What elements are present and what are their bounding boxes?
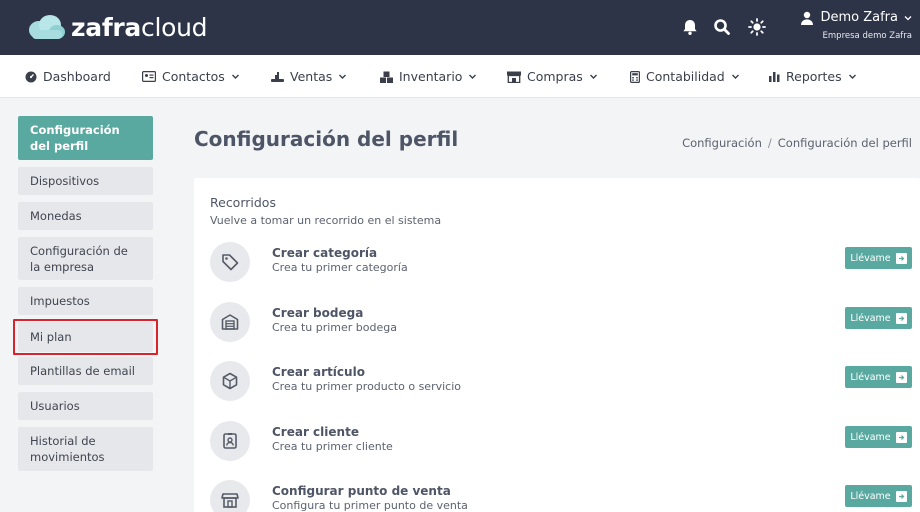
sidebar-item-historial-movimientos[interactable]: Historial de movimientos xyxy=(18,427,153,471)
tours-title: Recorridos xyxy=(210,195,276,210)
tours-subtitle: Vuelve a tomar un recorrido en el sistem… xyxy=(210,214,442,227)
sidebar-item-usuarios[interactable]: Usuarios xyxy=(18,392,153,420)
chevron-down-icon xyxy=(469,74,477,79)
inventory-icon xyxy=(380,71,393,83)
tours-card: Recorridos Vuelve a tomar un recorrido e… xyxy=(194,178,920,512)
sidebar-item-impuestos[interactable]: Impuestos xyxy=(18,287,153,315)
bell-icon[interactable] xyxy=(680,17,700,37)
tour-title: Crear bodega xyxy=(272,306,364,320)
contacts-icon xyxy=(142,71,156,82)
warehouse-icon xyxy=(210,302,250,342)
arrow-square-icon xyxy=(895,431,907,443)
tour-description: Crea tu primer categoría xyxy=(272,261,408,274)
contact-card-icon xyxy=(210,421,250,461)
store-icon xyxy=(210,480,250,512)
tour-description: Crea tu primer cliente xyxy=(272,440,393,453)
tour-description: Crea tu primer bodega xyxy=(272,321,397,334)
box-icon xyxy=(210,361,250,401)
dashboard-icon xyxy=(25,71,37,82)
breadcrumb-item-configuracion[interactable]: Configuración xyxy=(682,136,762,150)
user-menu[interactable]: Demo Zafra Empresa demo Zafra xyxy=(800,10,912,41)
tag-icon xyxy=(210,242,250,282)
tour-description: Crea tu primer producto o servicio xyxy=(272,380,461,393)
breadcrumb-separator: / xyxy=(767,136,772,150)
take-me-button[interactable]: Llévame xyxy=(845,485,912,507)
take-me-button[interactable]: Llévame xyxy=(845,366,912,388)
selection-highlight xyxy=(13,319,158,355)
breadcrumb: Configuración / Configuración del perfil xyxy=(682,136,912,150)
take-me-button[interactable]: Llévame xyxy=(845,307,912,329)
bar-chart-icon xyxy=(769,72,780,82)
chevron-down-icon xyxy=(231,74,239,79)
nav-reportes[interactable]: Reportes xyxy=(769,55,857,98)
tour-item: Crear cliente Crea tu primer cliente Llé… xyxy=(210,421,912,465)
sidebar-item-dispositivos[interactable]: Dispositivos xyxy=(18,167,153,195)
arrow-square-icon xyxy=(895,490,907,502)
nav-compras[interactable]: Compras xyxy=(507,55,598,98)
top-bar: zafracloud Demo Zafra Empresa demo Zafra xyxy=(0,0,920,55)
sidebar-item-plantillas-email[interactable]: Plantillas de email xyxy=(18,357,153,385)
tour-item: Crear artículo Crea tu primer producto o… xyxy=(210,361,912,405)
store-icon xyxy=(507,71,521,83)
nav-dashboard[interactable]: Dashboard xyxy=(25,55,111,98)
tour-title: Crear artículo xyxy=(272,365,365,379)
nav-contactos[interactable]: Contactos xyxy=(142,55,240,98)
chevron-down-icon xyxy=(848,74,856,79)
arrow-square-icon xyxy=(895,252,907,264)
arrow-square-icon xyxy=(895,371,907,383)
sales-icon xyxy=(271,71,284,82)
chevron-down-icon xyxy=(904,15,912,20)
tour-description: Configura tu primer punto de venta xyxy=(272,499,468,512)
sidebar-item-configuracion-perfil[interactable]: Configuración del perfil xyxy=(18,116,153,160)
sidebar-item-configuracion-empresa[interactable]: Configuración de la empresa xyxy=(18,237,153,280)
tour-item: Crear bodega Crea tu primer bodega Lléva… xyxy=(210,302,912,346)
chevron-down-icon xyxy=(589,74,597,79)
sidebar-item-monedas[interactable]: Monedas xyxy=(18,202,153,230)
logo[interactable]: zafracloud xyxy=(26,11,208,43)
take-me-button[interactable]: Llévame xyxy=(845,247,912,269)
cloud-icon xyxy=(29,15,65,39)
page-title: Configuración del perfil xyxy=(194,127,459,151)
company-name: Empresa demo Zafra xyxy=(822,31,912,41)
tour-item: Configurar punto de venta Configura tu p… xyxy=(210,480,912,512)
breadcrumb-item-current: Configuración del perfil xyxy=(777,136,912,150)
sun-icon[interactable] xyxy=(747,17,767,37)
tour-title: Crear categoría xyxy=(272,246,378,260)
take-me-button[interactable]: Llévame xyxy=(845,426,912,448)
user-name: Demo Zafra xyxy=(820,10,898,25)
nav-ventas[interactable]: Ventas xyxy=(271,55,347,98)
chevron-down-icon xyxy=(731,74,739,79)
tour-title: Crear cliente xyxy=(272,425,359,439)
logo-text: zafracloud xyxy=(71,12,208,42)
calculator-icon xyxy=(630,70,640,83)
arrow-square-icon xyxy=(895,312,907,324)
main-nav: Dashboard Contactos Ventas Inventario Co… xyxy=(0,55,920,98)
chevron-down-icon xyxy=(339,74,347,79)
tour-title: Configurar punto de venta xyxy=(272,484,451,498)
nav-inventario[interactable]: Inventario xyxy=(380,55,477,98)
nav-contabilidad[interactable]: Contabilidad xyxy=(630,55,740,98)
user-icon xyxy=(801,11,814,25)
search-icon[interactable] xyxy=(712,17,732,37)
tour-item: Crear categoría Crea tu primer categoría… xyxy=(210,242,912,286)
